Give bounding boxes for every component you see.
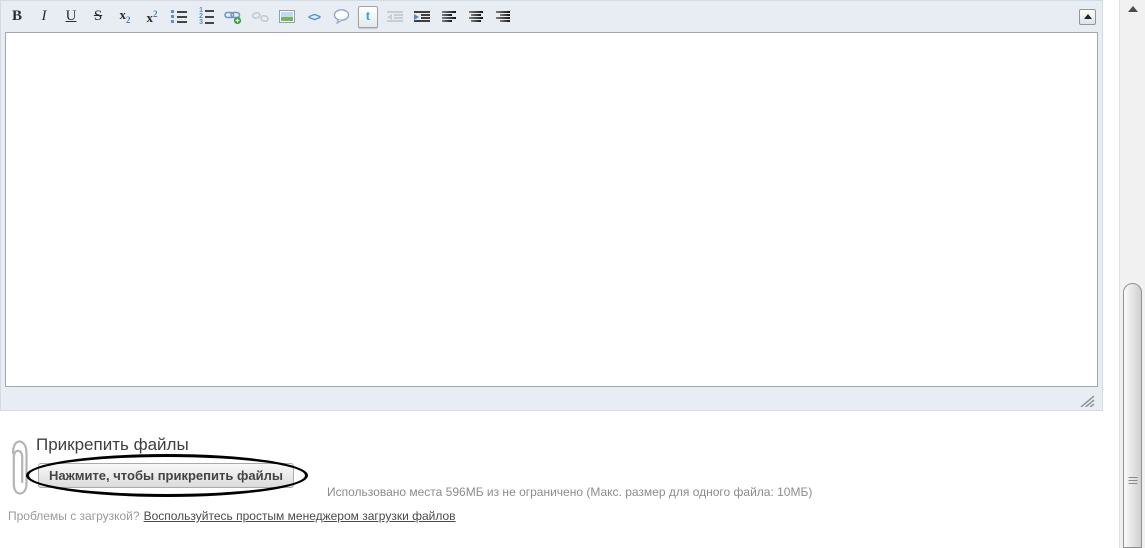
- align-left-icon: [442, 11, 456, 22]
- ordered-list-icon: 1 2 3: [198, 7, 214, 26]
- unordered-list-icon: [171, 10, 187, 23]
- indent-button[interactable]: [412, 7, 432, 27]
- ordered-list-button[interactable]: 1 2 3: [196, 7, 216, 27]
- underline-icon: U: [65, 8, 77, 24]
- twitter-icon: t: [358, 5, 378, 28]
- resize-handle-icon[interactable]: [1079, 394, 1095, 407]
- attach-files-button[interactable]: Нажмите, чтобы прикрепить файлы: [38, 463, 294, 488]
- subscript-button[interactable]: x2: [115, 7, 135, 27]
- page-scrollbar[interactable]: [1119, 0, 1145, 548]
- insert-image-button[interactable]: [277, 7, 297, 27]
- italic-icon: I: [41, 8, 47, 24]
- page: B I U S x2 x2 1 2 3 <> t Прикрепить файл…: [0, 0, 1145, 548]
- code-icon: <>: [307, 9, 321, 24]
- align-left-button[interactable]: [439, 7, 459, 27]
- strikethrough-icon: S: [93, 8, 103, 24]
- outdent-button[interactable]: [385, 7, 405, 27]
- align-center-icon: [469, 11, 483, 22]
- upload-problem-row: Проблемы с загрузкой? Воспользуйтесь прос…: [8, 509, 456, 523]
- code-button[interactable]: <>: [304, 7, 324, 27]
- upload-manager-link[interactable]: Воспользуйтесь простым менеджером загруз…: [144, 509, 456, 523]
- scrollbar-grip-icon: [1128, 477, 1137, 484]
- quote-icon: [333, 9, 349, 24]
- remove-link-button[interactable]: [250, 7, 270, 27]
- chevron-up-icon: [1083, 14, 1092, 19]
- indent-icon: [414, 10, 430, 23]
- underline-button[interactable]: U: [61, 7, 81, 27]
- insert-link-button[interactable]: [223, 7, 243, 27]
- align-right-icon: [496, 11, 510, 22]
- superscript-button[interactable]: x2: [142, 7, 162, 27]
- arrow-up-icon: [1127, 5, 1138, 12]
- unordered-list-button[interactable]: [169, 7, 189, 27]
- outdent-icon: [387, 10, 403, 23]
- bold-icon: B: [11, 8, 22, 24]
- attach-files-heading: Прикрепить файлы: [36, 435, 189, 454]
- scrollbar-up-button[interactable]: [1120, 0, 1145, 17]
- align-center-button[interactable]: [466, 7, 486, 27]
- strikethrough-button[interactable]: S: [88, 7, 108, 27]
- storage-info-text: Использовано места 596МБ из не ограничен…: [327, 485, 813, 499]
- align-right-button[interactable]: [493, 7, 513, 27]
- remove-link-icon: [251, 11, 269, 22]
- italic-button[interactable]: I: [34, 7, 54, 27]
- subscript-icon: x2: [119, 7, 131, 25]
- rich-text-editor: B I U S x2 x2 1 2 3 <> t: [0, 0, 1103, 411]
- superscript-icon: x2: [146, 8, 158, 25]
- quote-button[interactable]: [331, 7, 351, 27]
- twitter-button[interactable]: t: [358, 5, 378, 28]
- editor-body[interactable]: [5, 32, 1098, 387]
- upload-problem-text: Проблемы с загрузкой?: [8, 509, 140, 523]
- insert-link-icon: [224, 11, 242, 25]
- scrollbar-thumb[interactable]: [1123, 283, 1142, 548]
- editor-toolbar: B I U S x2 x2 1 2 3 <> t: [1, 1, 1102, 32]
- bold-button[interactable]: B: [7, 7, 27, 27]
- collapse-toolbar-button[interactable]: [1079, 8, 1096, 25]
- insert-image-icon: [279, 10, 295, 23]
- paperclip-icon: [11, 440, 28, 495]
